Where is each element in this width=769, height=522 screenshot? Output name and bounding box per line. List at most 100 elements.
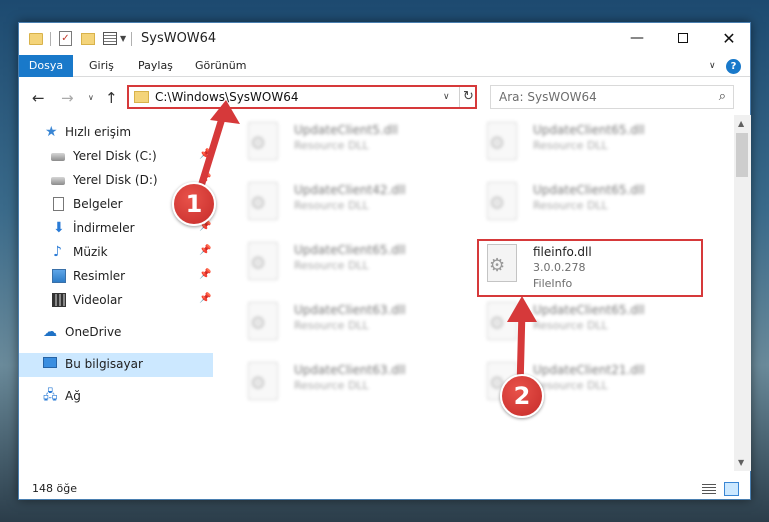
file-type: Resource DLL	[533, 379, 608, 392]
vertical-scrollbar[interactable]: ▲ ▼	[734, 115, 751, 471]
file-name: UpdateClient65.dll	[533, 183, 645, 197]
gear-icon: ⚙	[489, 313, 506, 334]
maximize-button[interactable]	[660, 23, 706, 54]
file-item[interactable]: ⚙ UpdateClient63.dll Resource DLL	[240, 357, 460, 415]
scroll-down-icon[interactable]: ▼	[738, 458, 744, 467]
videos-icon	[52, 293, 66, 307]
sidebar-item-label: OneDrive	[65, 325, 122, 339]
chevron-down-icon[interactable]: ∨	[709, 61, 716, 71]
search-icon[interactable]: ⌕	[719, 89, 726, 104]
tab-view[interactable]: Görünüm	[187, 55, 254, 77]
documents-icon	[53, 197, 64, 211]
sidebar-item-label: Resimler	[73, 269, 126, 283]
scroll-thumb[interactable]	[736, 133, 748, 177]
item-count: 148 öğe	[32, 482, 77, 495]
tab-file[interactable]: Dosya	[19, 55, 73, 77]
back-arrow-icon[interactable]: ←	[32, 89, 45, 107]
ribbon-tabs: Dosya Giriş Paylaş Görünüm ∨ ?	[19, 55, 750, 77]
sidebar-item-pictures[interactable]: Resimler 📌	[19, 265, 213, 289]
highlight-box	[477, 239, 703, 297]
window-title: SysWOW64	[141, 31, 217, 46]
quick-access-toolbar-icon[interactable]	[103, 32, 117, 45]
file-name: UpdateClient21.dll	[533, 363, 645, 377]
address-row: ← → ∨ ↑ C:\Windows\SysWOW64 ∨ ↻ Ara: Sys…	[19, 81, 750, 113]
file-item[interactable]: ⚙ UpdateClient42.dll Resource DLL	[240, 177, 460, 235]
file-type: Resource DLL	[294, 379, 369, 392]
details-view-icon[interactable]	[702, 484, 716, 495]
close-button[interactable]: ✕	[706, 23, 752, 54]
file-item[interactable]: ⚙ UpdateClient5.dll Resource DLL	[240, 117, 460, 175]
file-item[interactable]: ⚙ UpdateClient65.dll Resource DLL	[240, 237, 460, 295]
pin-icon[interactable]: 📌	[199, 245, 211, 256]
file-name: UpdateClient65.dll	[294, 243, 406, 257]
gear-icon: ⚙	[250, 313, 267, 334]
folder-icon	[134, 91, 149, 103]
file-type: Resource DLL	[294, 319, 369, 332]
sidebar-item-onedrive[interactable]: ☁ OneDrive	[19, 321, 213, 345]
file-name: UpdateClient65.dll	[533, 123, 645, 137]
folder-icon	[29, 33, 43, 45]
up-arrow-icon[interactable]: ↑	[105, 89, 118, 107]
scroll-up-icon[interactable]: ▲	[738, 119, 744, 128]
file-item[interactable]: ⚙ UpdateClient63.dll Resource DLL	[240, 297, 460, 355]
disk-icon	[51, 177, 65, 185]
step-2-badge: 2	[500, 374, 544, 418]
sidebar-item-disk-c[interactable]: Yerel Disk (C:) 📌	[19, 145, 213, 169]
status-bar: 148 öğe	[19, 478, 750, 500]
pin-icon[interactable]: 📌	[199, 293, 211, 304]
file-type: Resource DLL	[533, 319, 608, 332]
star-icon: ★	[45, 124, 58, 140]
sidebar-item-this-pc[interactable]: Bu bilgisayar	[19, 353, 213, 377]
help-icon[interactable]: ?	[726, 59, 741, 74]
sidebar-item-network[interactable]: 🖧 Ağ	[19, 385, 213, 409]
sidebar-item-label: Yerel Disk (C:)	[73, 149, 157, 163]
sidebar-item-label: Hızlı erişim	[65, 125, 132, 139]
sidebar-item-label: İndirmeler	[73, 221, 135, 235]
refresh-icon[interactable]: ↻	[459, 87, 477, 107]
sidebar-item-videos[interactable]: Videolar 📌	[19, 289, 213, 313]
disk-icon	[51, 153, 65, 161]
sidebar-item-label: Ağ	[65, 389, 81, 403]
large-icons-view-icon[interactable]	[724, 482, 739, 496]
search-placeholder: Ara: SysWOW64	[499, 90, 597, 104]
file-type: Resource DLL	[294, 259, 369, 272]
search-input[interactable]: Ara: SysWOW64 ⌕	[490, 85, 734, 109]
title-bar: ✓ ▼ SysWOW64 — ✕	[19, 23, 750, 55]
sidebar-item-music[interactable]: ♪ Müzik 📌	[19, 241, 213, 265]
address-path[interactable]: C:\Windows\SysWOW64	[155, 90, 299, 104]
gear-icon: ⚙	[250, 193, 267, 214]
file-list: ⚙ UpdateClient5.dll Resource DLL ⚙ Updat…	[224, 115, 734, 461]
sidebar-item-quick-access[interactable]: ★ Hızlı erişim	[19, 121, 213, 145]
music-icon: ♪	[53, 244, 62, 260]
tab-home[interactable]: Giriş	[81, 55, 122, 77]
sidebar-item-label: Videolar	[73, 293, 123, 307]
new-folder-icon[interactable]	[81, 33, 95, 45]
forward-arrow-icon[interactable]: →	[61, 89, 74, 107]
step-1-badge: 1	[172, 182, 216, 226]
file-item[interactable]: ⚙ UpdateClient65.dll Resource DLL	[479, 117, 699, 175]
sidebar-item-label: Müzik	[73, 245, 108, 259]
navigation-pane: ★ Hızlı erişim Yerel Disk (C:) 📌 Yerel D…	[19, 115, 213, 451]
address-bar[interactable]: C:\Windows\SysWOW64 ∨ ↻	[127, 85, 477, 109]
tab-share[interactable]: Paylaş	[130, 55, 181, 77]
file-name: UpdateClient42.dll	[294, 183, 406, 197]
chevron-down-icon[interactable]: ∨	[443, 92, 450, 102]
file-name: UpdateClient5.dll	[294, 123, 398, 137]
network-icon: 🖧	[43, 388, 58, 403]
file-type: Resource DLL	[533, 199, 608, 212]
divider	[50, 32, 51, 46]
pictures-icon	[52, 269, 66, 283]
gear-icon: ⚙	[250, 133, 267, 154]
maximize-icon	[678, 33, 688, 43]
pin-icon[interactable]: 📌	[199, 269, 211, 280]
chevron-down-icon[interactable]: ▼	[120, 34, 126, 50]
minimize-button[interactable]: —	[614, 23, 660, 54]
file-name: UpdateClient63.dll	[294, 363, 406, 377]
chevron-down-icon[interactable]: ∨	[88, 93, 94, 102]
file-item[interactable]: ⚙ UpdateClient65.dll Resource DLL	[479, 297, 699, 355]
pin-icon[interactable]: 📌	[199, 149, 211, 160]
file-item[interactable]: ⚙ UpdateClient65.dll Resource DLL	[479, 177, 699, 235]
sidebar-item-label: Bu bilgisayar	[65, 357, 143, 371]
properties-check-icon[interactable]: ✓	[59, 31, 72, 46]
downloads-icon: ⬇	[53, 220, 65, 236]
